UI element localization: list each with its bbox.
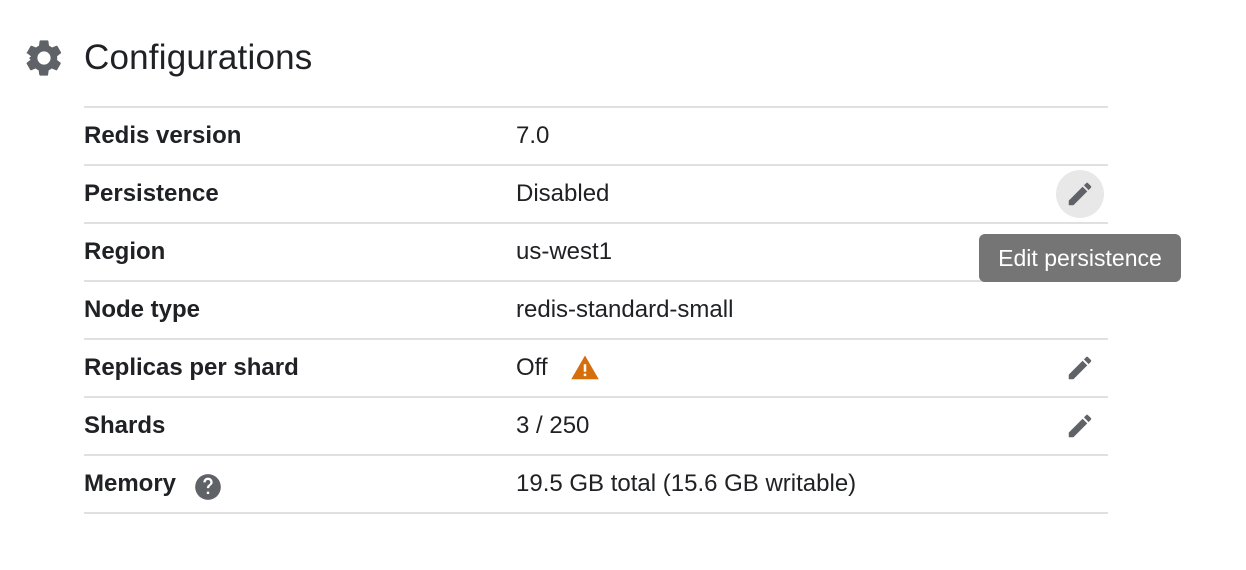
row-value-text: redis-standard-small <box>516 296 734 323</box>
page-title: Configurations <box>84 38 313 77</box>
row-label: Shards <box>84 412 166 439</box>
row-value-text: us-west1 <box>516 238 613 265</box>
row-value: 7.0 <box>516 122 549 150</box>
table-row-region: Region us-west1 <box>84 224 1108 282</box>
pencil-icon <box>1068 414 1092 438</box>
config-table: Redis version 7.0 Persistence Disabled R… <box>84 106 1108 514</box>
gear-icon <box>22 36 66 80</box>
row-label: Node type <box>84 296 201 323</box>
row-label-text: Memory <box>84 470 177 497</box>
table-row-persistence: Persistence Disabled <box>84 166 1108 224</box>
row-label: Region <box>84 238 166 265</box>
edit-replicas-button[interactable] <box>1056 344 1104 392</box>
row-value: Off <box>516 353 600 383</box>
configurations-panel: Configurations Redis version 7.0 Persist… <box>0 0 1246 570</box>
table-row-redis-version: Redis version 7.0 <box>84 108 1108 166</box>
row-value-text: Off <box>516 354 548 381</box>
pencil-icon <box>1068 182 1092 206</box>
section-header: Configurations <box>22 34 313 82</box>
edit-persistence-tooltip: Edit persistence <box>979 234 1181 282</box>
row-value-text: 3 / 250 <box>516 412 590 439</box>
table-row-node-type: Node type redis-standard-small <box>84 282 1108 340</box>
table-row-shards: Shards 3 / 250 <box>84 398 1108 456</box>
warning-icon <box>570 353 600 383</box>
pencil-icon <box>1068 356 1092 380</box>
row-value-text: 19.5 GB total (15.6 GB writable) <box>516 470 857 497</box>
table-row-replicas-per-shard: Replicas per shard Off <box>84 340 1108 398</box>
row-label: Redis version <box>84 122 242 149</box>
edit-persistence-button[interactable] <box>1056 170 1104 218</box>
row-label: Replicas per shard <box>84 354 299 381</box>
row-value: 19.5 GB total (15.6 GB writable) <box>516 470 856 498</box>
row-label: Memory <box>84 470 516 501</box>
table-row-memory: Memory 19.5 GB total (15.6 GB writable) <box>84 456 1108 514</box>
row-value-text: Disabled <box>516 180 610 207</box>
row-value-text: 7.0 <box>516 122 550 149</box>
row-value: Disabled <box>516 180 609 208</box>
row-value: 3 / 250 <box>516 412 589 440</box>
row-value: us-west1 <box>516 238 612 266</box>
row-label: Persistence <box>84 180 219 207</box>
edit-shards-button[interactable] <box>1056 402 1104 450</box>
row-value: redis-standard-small <box>516 296 733 324</box>
help-icon[interactable] <box>194 473 222 501</box>
